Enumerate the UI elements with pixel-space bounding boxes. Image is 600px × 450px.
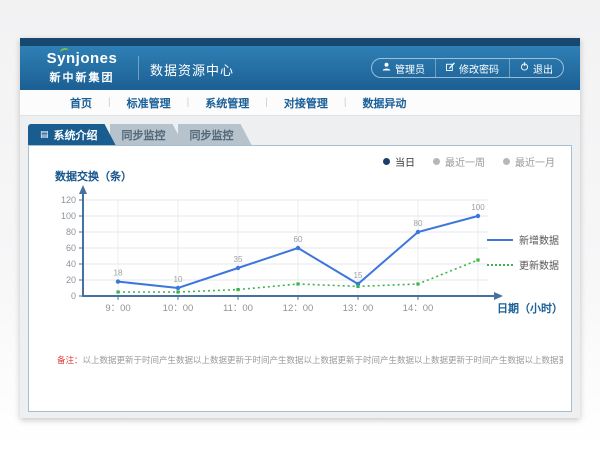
- data-point-new-data: [416, 230, 420, 234]
- nav-item-system-mgmt[interactable]: 系统管理: [189, 95, 265, 111]
- admin-user-label: 管理员: [395, 61, 425, 76]
- app-window: Synjones 新中新集团 数据资源中心 管理员 修改密码 退出 首页|标准管理|…: [20, 38, 580, 418]
- change-password-label: 修改密码: [459, 61, 499, 76]
- data-point-update-data: [176, 290, 179, 293]
- data-point-update-data: [296, 282, 299, 285]
- logout-button[interactable]: 退出: [509, 59, 563, 77]
- content-area: ▤ 系统介绍 同步监控 同步监控 当日 最近一周 最近一月 数据交换（条） 0 20 40 60…: [20, 116, 580, 418]
- tab-sync-monitor-2[interactable]: 同步监控: [178, 124, 252, 145]
- radio-dot: [383, 158, 390, 165]
- nav-item-home[interactable]: 首页: [54, 95, 108, 111]
- main-nav: 首页|标准管理|系统管理|对接管理|数据异动: [20, 90, 580, 116]
- x-tick-label: 10：00: [163, 303, 194, 314]
- y-tick-label: 40: [66, 259, 76, 269]
- header-divider: [138, 56, 139, 80]
- admin-user-button[interactable]: 管理员: [372, 59, 435, 77]
- line-chart: 0 20 40 60 80 100 120 9：00 10：00 11：00 12：00 13：00 1…: [33, 184, 565, 334]
- legend-line-sample: [487, 264, 513, 266]
- note-text: 以上数据更新于时间产生数据以上数据更新于时间产生数据以上数据更新于时间产生数据以…: [83, 355, 563, 365]
- edit-icon: [446, 62, 455, 74]
- logo-brand: Synjones: [47, 50, 118, 67]
- x-tick-label: 9：00: [105, 303, 130, 314]
- data-label: 35: [234, 255, 243, 264]
- series-legend: 新增数据更新数据: [487, 232, 563, 282]
- data-label: 15: [354, 271, 363, 280]
- header-actions: 管理员 修改密码 退出: [371, 58, 564, 78]
- data-point-update-data: [116, 290, 119, 293]
- tab-label: 同步监控: [122, 127, 166, 143]
- tab-bar: ▤ 系统介绍 同步监控 同步监控: [28, 124, 246, 145]
- nav-item-interface-mgmt[interactable]: 对接管理: [268, 95, 344, 111]
- tab-label: 同步监控: [190, 127, 234, 143]
- range-option-label: 最近一月: [515, 154, 555, 169]
- data-point-new-data: [176, 286, 180, 290]
- app-header: Synjones 新中新集团 数据资源中心 管理员 修改密码 退出: [20, 46, 580, 90]
- y-tick-label: 0: [71, 291, 76, 301]
- page-title: 数据资源中心: [150, 60, 234, 79]
- radio-dot: [433, 158, 440, 165]
- data-point-update-data: [476, 258, 479, 261]
- legend-item-new-data: 新增数据: [487, 232, 563, 247]
- radio-dot: [503, 158, 510, 165]
- logo: Synjones 新中新集团: [36, 50, 128, 85]
- nav-item-data-change[interactable]: 数据异动: [346, 95, 422, 111]
- legend-label: 新增数据: [519, 232, 559, 247]
- document-icon: ▤: [40, 130, 49, 139]
- user-icon: [382, 62, 391, 74]
- range-option-last-week[interactable]: 最近一周: [433, 154, 485, 169]
- chart-panel: 当日 最近一周 最近一月 数据交换（条） 0 20 40 60 80 100 120 9：00 10…: [28, 145, 572, 412]
- change-password-button[interactable]: 修改密码: [435, 59, 509, 77]
- footer-note: 备注：以上数据更新于时间产生数据以上数据更新于时间产生数据以上数据更新于时间产生…: [57, 354, 563, 366]
- y-tick-label: 80: [66, 227, 76, 237]
- x-axis-arrow: [494, 292, 503, 300]
- power-icon: [520, 62, 529, 74]
- data-point-new-data: [236, 266, 240, 270]
- x-tick-label: 12：00: [283, 303, 314, 314]
- note-prefix: 备注：: [57, 355, 83, 365]
- y-tick-label: 100: [61, 211, 76, 221]
- tab-system-intro[interactable]: ▤ 系统介绍: [28, 124, 116, 145]
- x-tick-label: 11：00: [223, 303, 253, 314]
- x-tick-label: 13：00: [343, 303, 374, 314]
- data-label: 10: [174, 275, 183, 284]
- data-label: 100: [471, 203, 485, 212]
- legend-item-update-data: 更新数据: [487, 257, 563, 272]
- data-point-update-data: [236, 288, 239, 291]
- data-label: 60: [294, 235, 303, 244]
- legend-line-sample: [487, 239, 513, 241]
- legend-label: 更新数据: [519, 257, 559, 272]
- range-filter: 当日 最近一周 最近一月: [383, 154, 555, 169]
- logout-label: 退出: [533, 61, 553, 76]
- range-option-label: 当日: [395, 154, 415, 169]
- data-point-new-data: [116, 279, 120, 283]
- tab-label: 系统介绍: [54, 127, 98, 143]
- y-tick-label: 120: [61, 195, 76, 205]
- y-tick-label: 60: [66, 243, 76, 253]
- x-axis-title: 日期（小时）: [497, 301, 563, 315]
- y-axis-arrow: [79, 185, 87, 194]
- data-label: 80: [414, 219, 423, 228]
- data-point-update-data: [416, 282, 419, 285]
- top-strip: [20, 38, 580, 46]
- tab-sync-monitor-1[interactable]: 同步监控: [110, 124, 184, 145]
- data-point-new-data: [476, 214, 480, 218]
- data-point-update-data: [356, 285, 359, 288]
- y-tick-label: 20: [66, 275, 76, 285]
- nav-item-standard-mgmt[interactable]: 标准管理: [111, 95, 187, 111]
- data-label: 18: [114, 269, 123, 278]
- logo-company: 新中新集团: [36, 69, 128, 85]
- range-option-label: 最近一周: [445, 154, 485, 169]
- range-option-today[interactable]: 当日: [383, 154, 415, 169]
- range-option-last-month[interactable]: 最近一月: [503, 154, 555, 169]
- y-axis-title: 数据交换（条）: [55, 168, 132, 184]
- x-tick-label: 14：00: [403, 303, 434, 314]
- data-point-new-data: [296, 246, 300, 250]
